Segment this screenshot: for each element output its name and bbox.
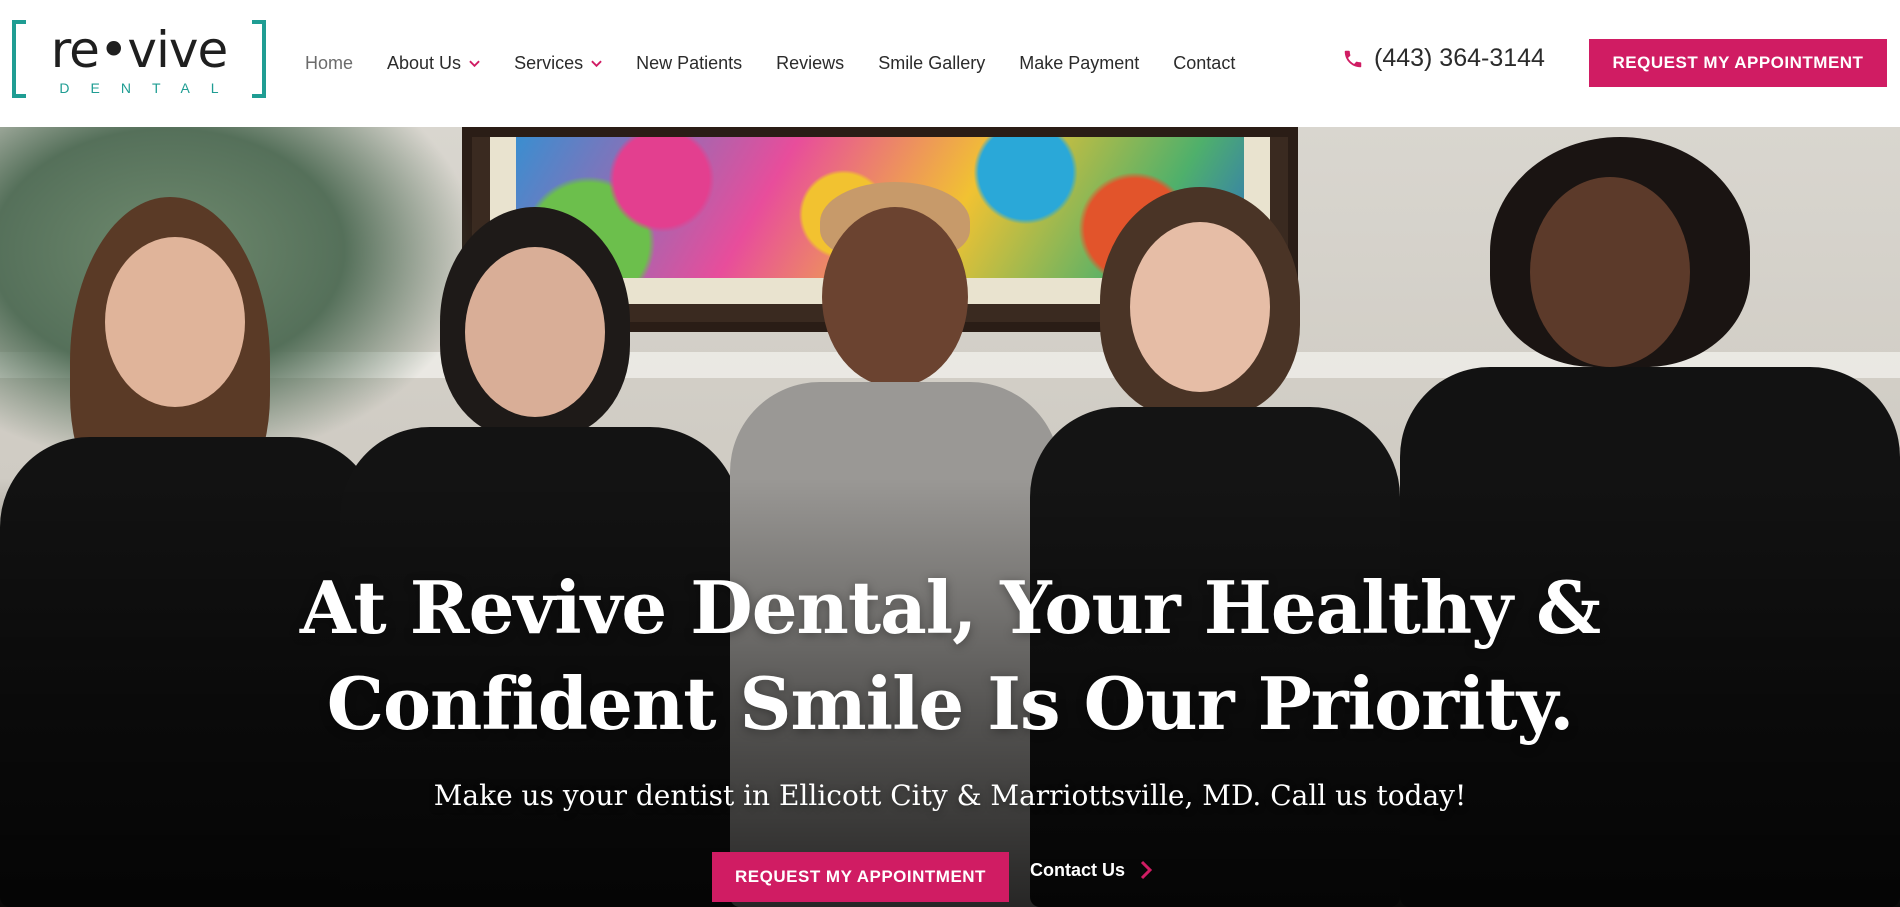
hero-title: At Revive Dental, Your Healthy & Confide… xyxy=(250,560,1650,752)
chevron-right-icon xyxy=(1140,860,1153,880)
nav-item-make-payment[interactable]: Make Payment xyxy=(1019,53,1139,74)
nav-label: Home xyxy=(305,53,354,73)
hero-request-appointment-button[interactable]: REQUEST MY APPOINTMENT xyxy=(712,852,1009,902)
nav-label: Contact xyxy=(1173,53,1236,73)
nav-item-services[interactable]: Services xyxy=(514,53,602,74)
phone-icon xyxy=(1344,50,1362,67)
nav-item-smile-gallery[interactable]: Smile Gallery xyxy=(878,53,985,74)
phone-link[interactable]: (443) 364-3144 xyxy=(1342,44,1545,73)
nav-item-home[interactable]: Home xyxy=(305,53,353,74)
phone-number: (443) 364-3144 xyxy=(1374,44,1545,72)
main-nav: Home About Us Services New Patients Revi… xyxy=(305,0,1269,127)
nav-item-new-patients[interactable]: New Patients xyxy=(636,53,742,74)
site-header: re•vive DENTAL Home About Us Services Ne… xyxy=(0,0,1900,127)
nav-label: Reviews xyxy=(776,53,845,73)
nav-label: About Us xyxy=(387,53,462,73)
logo-wordmark: re•vive xyxy=(50,21,229,79)
nav-item-about-us[interactable]: About Us xyxy=(387,53,480,74)
chevron-down-icon xyxy=(591,60,602,68)
logo-tagline: DENTAL xyxy=(59,80,240,96)
request-appointment-button[interactable]: REQUEST MY APPOINTMENT xyxy=(1589,39,1887,87)
contact-us-label: Contact Us xyxy=(1030,859,1126,880)
chevron-down-icon xyxy=(469,60,480,68)
nav-label: New Patients xyxy=(636,53,743,73)
logo-right-bracket xyxy=(252,20,266,98)
nav-item-contact[interactable]: Contact xyxy=(1173,53,1235,74)
hero-title-line2: Confident Smile Is Our Priority. xyxy=(326,661,1575,746)
nav-label: Smile Gallery xyxy=(878,53,986,73)
revive-dental-logo[interactable]: re•vive DENTAL xyxy=(12,20,266,102)
nav-label: Services xyxy=(514,53,584,73)
nav-item-reviews[interactable]: Reviews xyxy=(776,53,844,74)
hero-title-line1: At Revive Dental, Your Healthy & xyxy=(299,565,1601,650)
hero-subtitle: Make us your dentist in Ellicott City & … xyxy=(433,779,1467,812)
contact-us-link[interactable]: Contact Us xyxy=(1030,859,1153,881)
hero-section: At Revive Dental, Your Healthy & Confide… xyxy=(0,127,1900,907)
nav-label: Make Payment xyxy=(1019,53,1140,73)
